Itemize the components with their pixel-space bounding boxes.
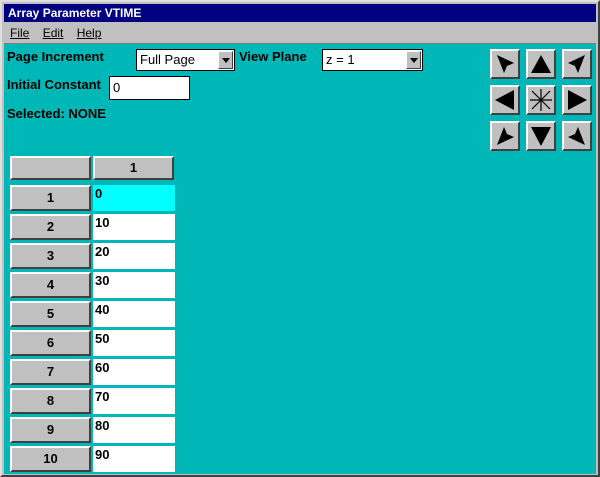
chevron-down-icon[interactable] bbox=[406, 51, 421, 69]
app-window: Array Parameter VTIME File Edit Help Pag… bbox=[0, 0, 600, 477]
center-star-icon bbox=[530, 89, 552, 111]
grid-cell[interactable]: 30 bbox=[93, 272, 175, 298]
arrow-up-left-icon bbox=[497, 55, 514, 73]
grid-cell[interactable]: 20 bbox=[93, 243, 175, 269]
menu-edit[interactable]: Edit bbox=[43, 26, 64, 40]
grid-cell[interactable]: 40 bbox=[93, 301, 175, 327]
view-plane-label: View Plane bbox=[239, 49, 307, 64]
nav-up-right-button[interactable] bbox=[562, 49, 592, 79]
row-header[interactable]: 6 bbox=[10, 330, 91, 356]
grid-cell[interactable]: 10 bbox=[93, 214, 175, 240]
nav-up-left-button[interactable] bbox=[490, 49, 520, 79]
row-header[interactable]: 3 bbox=[10, 243, 91, 269]
arrow-down-icon bbox=[531, 127, 551, 146]
arrow-left-icon bbox=[495, 90, 514, 110]
grid-cell[interactable]: 0 bbox=[93, 185, 175, 211]
arrow-right-icon bbox=[568, 90, 587, 110]
chevron-down-icon[interactable] bbox=[218, 51, 233, 69]
grid-cell[interactable]: 70 bbox=[93, 388, 175, 414]
arrow-up-right-icon bbox=[568, 55, 585, 73]
nav-center-button[interactable] bbox=[526, 85, 556, 115]
client-area: Page Increment Full Page View Plane z = … bbox=[4, 43, 596, 474]
nav-left-button[interactable] bbox=[490, 85, 520, 115]
grid-cell[interactable]: 50 bbox=[93, 330, 175, 356]
nav-right-button[interactable] bbox=[562, 85, 592, 115]
grid-cell[interactable]: 90 bbox=[93, 446, 175, 472]
arrow-down-right-icon bbox=[568, 127, 585, 145]
initial-constant-input[interactable]: 0 bbox=[109, 76, 190, 100]
row-header[interactable]: 10 bbox=[10, 446, 91, 472]
arrow-down-left-icon bbox=[497, 127, 514, 145]
page-increment-label: Page Increment bbox=[7, 49, 104, 64]
menu-help-label: Help bbox=[76, 26, 102, 40]
row-header[interactable]: 1 bbox=[10, 185, 91, 211]
nav-down-left-button[interactable] bbox=[490, 121, 520, 151]
view-plane-select[interactable]: z = 1 bbox=[322, 49, 423, 71]
arrow-up-icon bbox=[531, 55, 551, 73]
grid-corner bbox=[10, 156, 91, 180]
selected-status: Selected: NONE bbox=[7, 106, 106, 121]
page-increment-value: Full Page bbox=[140, 52, 195, 67]
menu-file[interactable]: File bbox=[10, 26, 29, 40]
row-header[interactable]: 2 bbox=[10, 214, 91, 240]
row-header[interactable]: 8 bbox=[10, 388, 91, 414]
row-header[interactable]: 7 bbox=[10, 359, 91, 385]
grid-cell[interactable]: 60 bbox=[93, 359, 175, 385]
row-header[interactable]: 5 bbox=[10, 301, 91, 327]
column-header[interactable]: 1 bbox=[93, 156, 174, 180]
grid-cell[interactable]: 80 bbox=[93, 417, 175, 443]
view-plane-value: z = 1 bbox=[326, 52, 355, 67]
menu-file-label: File bbox=[10, 26, 30, 40]
row-header[interactable]: 9 bbox=[10, 417, 91, 443]
title-bar: Array Parameter VTIME bbox=[4, 4, 596, 22]
nav-down-right-button[interactable] bbox=[562, 121, 592, 151]
menu-bar: File Edit Help bbox=[4, 24, 596, 42]
row-header[interactable]: 4 bbox=[10, 272, 91, 298]
menu-edit-label: Edit bbox=[42, 26, 64, 40]
nav-down-button[interactable] bbox=[526, 121, 556, 151]
nav-up-button[interactable] bbox=[526, 49, 556, 79]
menu-help[interactable]: Help bbox=[77, 26, 102, 40]
initial-constant-label: Initial Constant bbox=[7, 77, 101, 92]
page-increment-select[interactable]: Full Page bbox=[136, 49, 235, 71]
